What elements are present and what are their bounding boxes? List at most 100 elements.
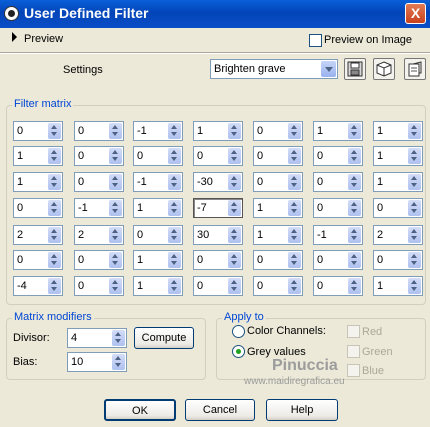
spin-arrows-icon[interactable] [109, 200, 122, 216]
spin-arrows-icon[interactable] [168, 278, 181, 294]
matrix-cell[interactable]: -1 [313, 225, 363, 245]
matrix-cell[interactable]: 0 [313, 276, 363, 296]
matrix-cell[interactable]: 0 [253, 121, 303, 141]
spin-arrows-icon[interactable] [288, 200, 301, 216]
spin-arrows-icon[interactable] [168, 148, 181, 164]
spin-arrows-icon[interactable] [288, 278, 301, 294]
spin-arrows-icon[interactable] [109, 123, 122, 139]
matrix-cell[interactable]: 1 [373, 172, 423, 192]
spin-arrows-icon[interactable] [408, 174, 421, 190]
matrix-cell[interactable]: -7 [193, 198, 243, 218]
matrix-cell[interactable]: 0 [74, 250, 124, 270]
matrix-cell[interactable]: 0 [253, 172, 303, 192]
matrix-cell[interactable]: 0 [313, 172, 363, 192]
spin-arrows-icon[interactable] [408, 252, 421, 268]
spin-arrows-icon[interactable] [288, 123, 301, 139]
spin-arrows-icon[interactable] [228, 174, 241, 190]
spin-arrows-icon[interactable] [168, 174, 181, 190]
spin-arrows-icon[interactable] [48, 200, 61, 216]
matrix-cell[interactable]: -4 [13, 276, 63, 296]
color-channels-radio[interactable] [232, 325, 245, 338]
spin-arrows-icon[interactable] [48, 227, 61, 243]
spin-arrows-icon[interactable] [48, 174, 61, 190]
matrix-cell[interactable]: 1 [373, 276, 423, 296]
matrix-cell[interactable]: 1 [133, 198, 183, 218]
matrix-cell[interactable]: 0 [193, 146, 243, 166]
spin-arrows-icon[interactable] [288, 148, 301, 164]
bias-spinner[interactable]: 10 [67, 352, 127, 372]
spin-arrows-icon[interactable] [228, 148, 241, 164]
spin-arrows-icon[interactable] [408, 123, 421, 139]
close-button[interactable]: X [405, 3, 426, 24]
matrix-cell[interactable]: 1 [253, 198, 303, 218]
matrix-cell[interactable]: 1 [193, 121, 243, 141]
spin-arrows-icon[interactable] [288, 174, 301, 190]
matrix-cell[interactable]: 0 [13, 250, 63, 270]
matrix-cell[interactable]: 30 [193, 225, 243, 245]
matrix-cell[interactable]: 0 [13, 198, 63, 218]
spin-arrows-icon[interactable] [112, 354, 125, 370]
matrix-cell[interactable]: 0 [373, 198, 423, 218]
preset-dropdown[interactable]: Brighten grave [210, 59, 338, 79]
spin-arrows-icon[interactable] [348, 252, 361, 268]
compute-button[interactable]: Compute [134, 327, 194, 349]
help-button[interactable]: Help [266, 399, 338, 421]
spin-arrows-icon[interactable] [228, 252, 241, 268]
preview-on-image-label[interactable]: Preview on Image [324, 34, 412, 46]
spin-arrows-icon[interactable] [288, 227, 301, 243]
matrix-cell[interactable]: 2 [13, 225, 63, 245]
matrix-cell[interactable]: 1 [373, 121, 423, 141]
spin-arrows-icon[interactable] [348, 123, 361, 139]
matrix-cell[interactable]: 0 [313, 198, 363, 218]
spin-arrows-icon[interactable] [408, 227, 421, 243]
spin-arrows-icon[interactable] [112, 330, 125, 346]
matrix-cell[interactable]: 0 [313, 250, 363, 270]
matrix-cell[interactable]: 0 [74, 121, 124, 141]
spin-arrows-icon[interactable] [348, 200, 361, 216]
spin-arrows-icon[interactable] [408, 200, 421, 216]
spin-arrows-icon[interactable] [109, 227, 122, 243]
matrix-cell[interactable]: 1 [13, 146, 63, 166]
matrix-cell[interactable]: 0 [253, 276, 303, 296]
spin-arrows-icon[interactable] [109, 148, 122, 164]
matrix-cell[interactable]: 0 [13, 121, 63, 141]
preview-on-image-checkbox[interactable] [309, 34, 322, 47]
red-checkbox[interactable] [347, 325, 360, 338]
save-preset-button[interactable] [344, 58, 366, 80]
matrix-cell[interactable]: 0 [74, 276, 124, 296]
grey-values-radio[interactable] [232, 345, 245, 358]
spin-arrows-icon[interactable] [168, 200, 181, 216]
matrix-cell[interactable]: 0 [193, 250, 243, 270]
matrix-cell[interactable]: 0 [74, 146, 124, 166]
spin-arrows-icon[interactable] [228, 278, 241, 294]
spin-arrows-icon[interactable] [348, 227, 361, 243]
expand-arrow-icon[interactable] [12, 32, 17, 42]
randomize-button[interactable] [373, 58, 395, 80]
matrix-cell[interactable]: 0 [313, 146, 363, 166]
spin-arrows-icon[interactable] [348, 278, 361, 294]
blue-checkbox[interactable] [347, 364, 360, 377]
matrix-cell[interactable]: 1 [253, 225, 303, 245]
cancel-button[interactable]: Cancel [185, 399, 255, 421]
matrix-cell[interactable]: 1 [373, 146, 423, 166]
spin-arrows-icon[interactable] [168, 227, 181, 243]
color-channels-label[interactable]: Color Channels: [247, 325, 326, 337]
matrix-cell[interactable]: 1 [13, 172, 63, 192]
spin-arrows-icon[interactable] [48, 123, 61, 139]
ok-button[interactable]: OK [104, 399, 176, 421]
matrix-cell[interactable]: -1 [74, 198, 124, 218]
spin-arrows-icon[interactable] [288, 252, 301, 268]
spin-arrows-icon[interactable] [168, 123, 181, 139]
spin-arrows-icon[interactable] [48, 252, 61, 268]
matrix-cell[interactable]: 0 [133, 146, 183, 166]
spin-arrows-icon[interactable] [109, 252, 122, 268]
matrix-cell[interactable]: 1 [133, 276, 183, 296]
green-checkbox[interactable] [347, 345, 360, 358]
matrix-cell[interactable]: 0 [253, 146, 303, 166]
matrix-cell[interactable]: 0 [74, 172, 124, 192]
chevron-down-icon[interactable] [321, 61, 336, 77]
matrix-cell[interactable]: 0 [193, 276, 243, 296]
load-preset-button[interactable] [404, 58, 426, 80]
spin-arrows-icon[interactable] [109, 278, 122, 294]
divisor-spinner[interactable]: 4 [67, 328, 127, 348]
